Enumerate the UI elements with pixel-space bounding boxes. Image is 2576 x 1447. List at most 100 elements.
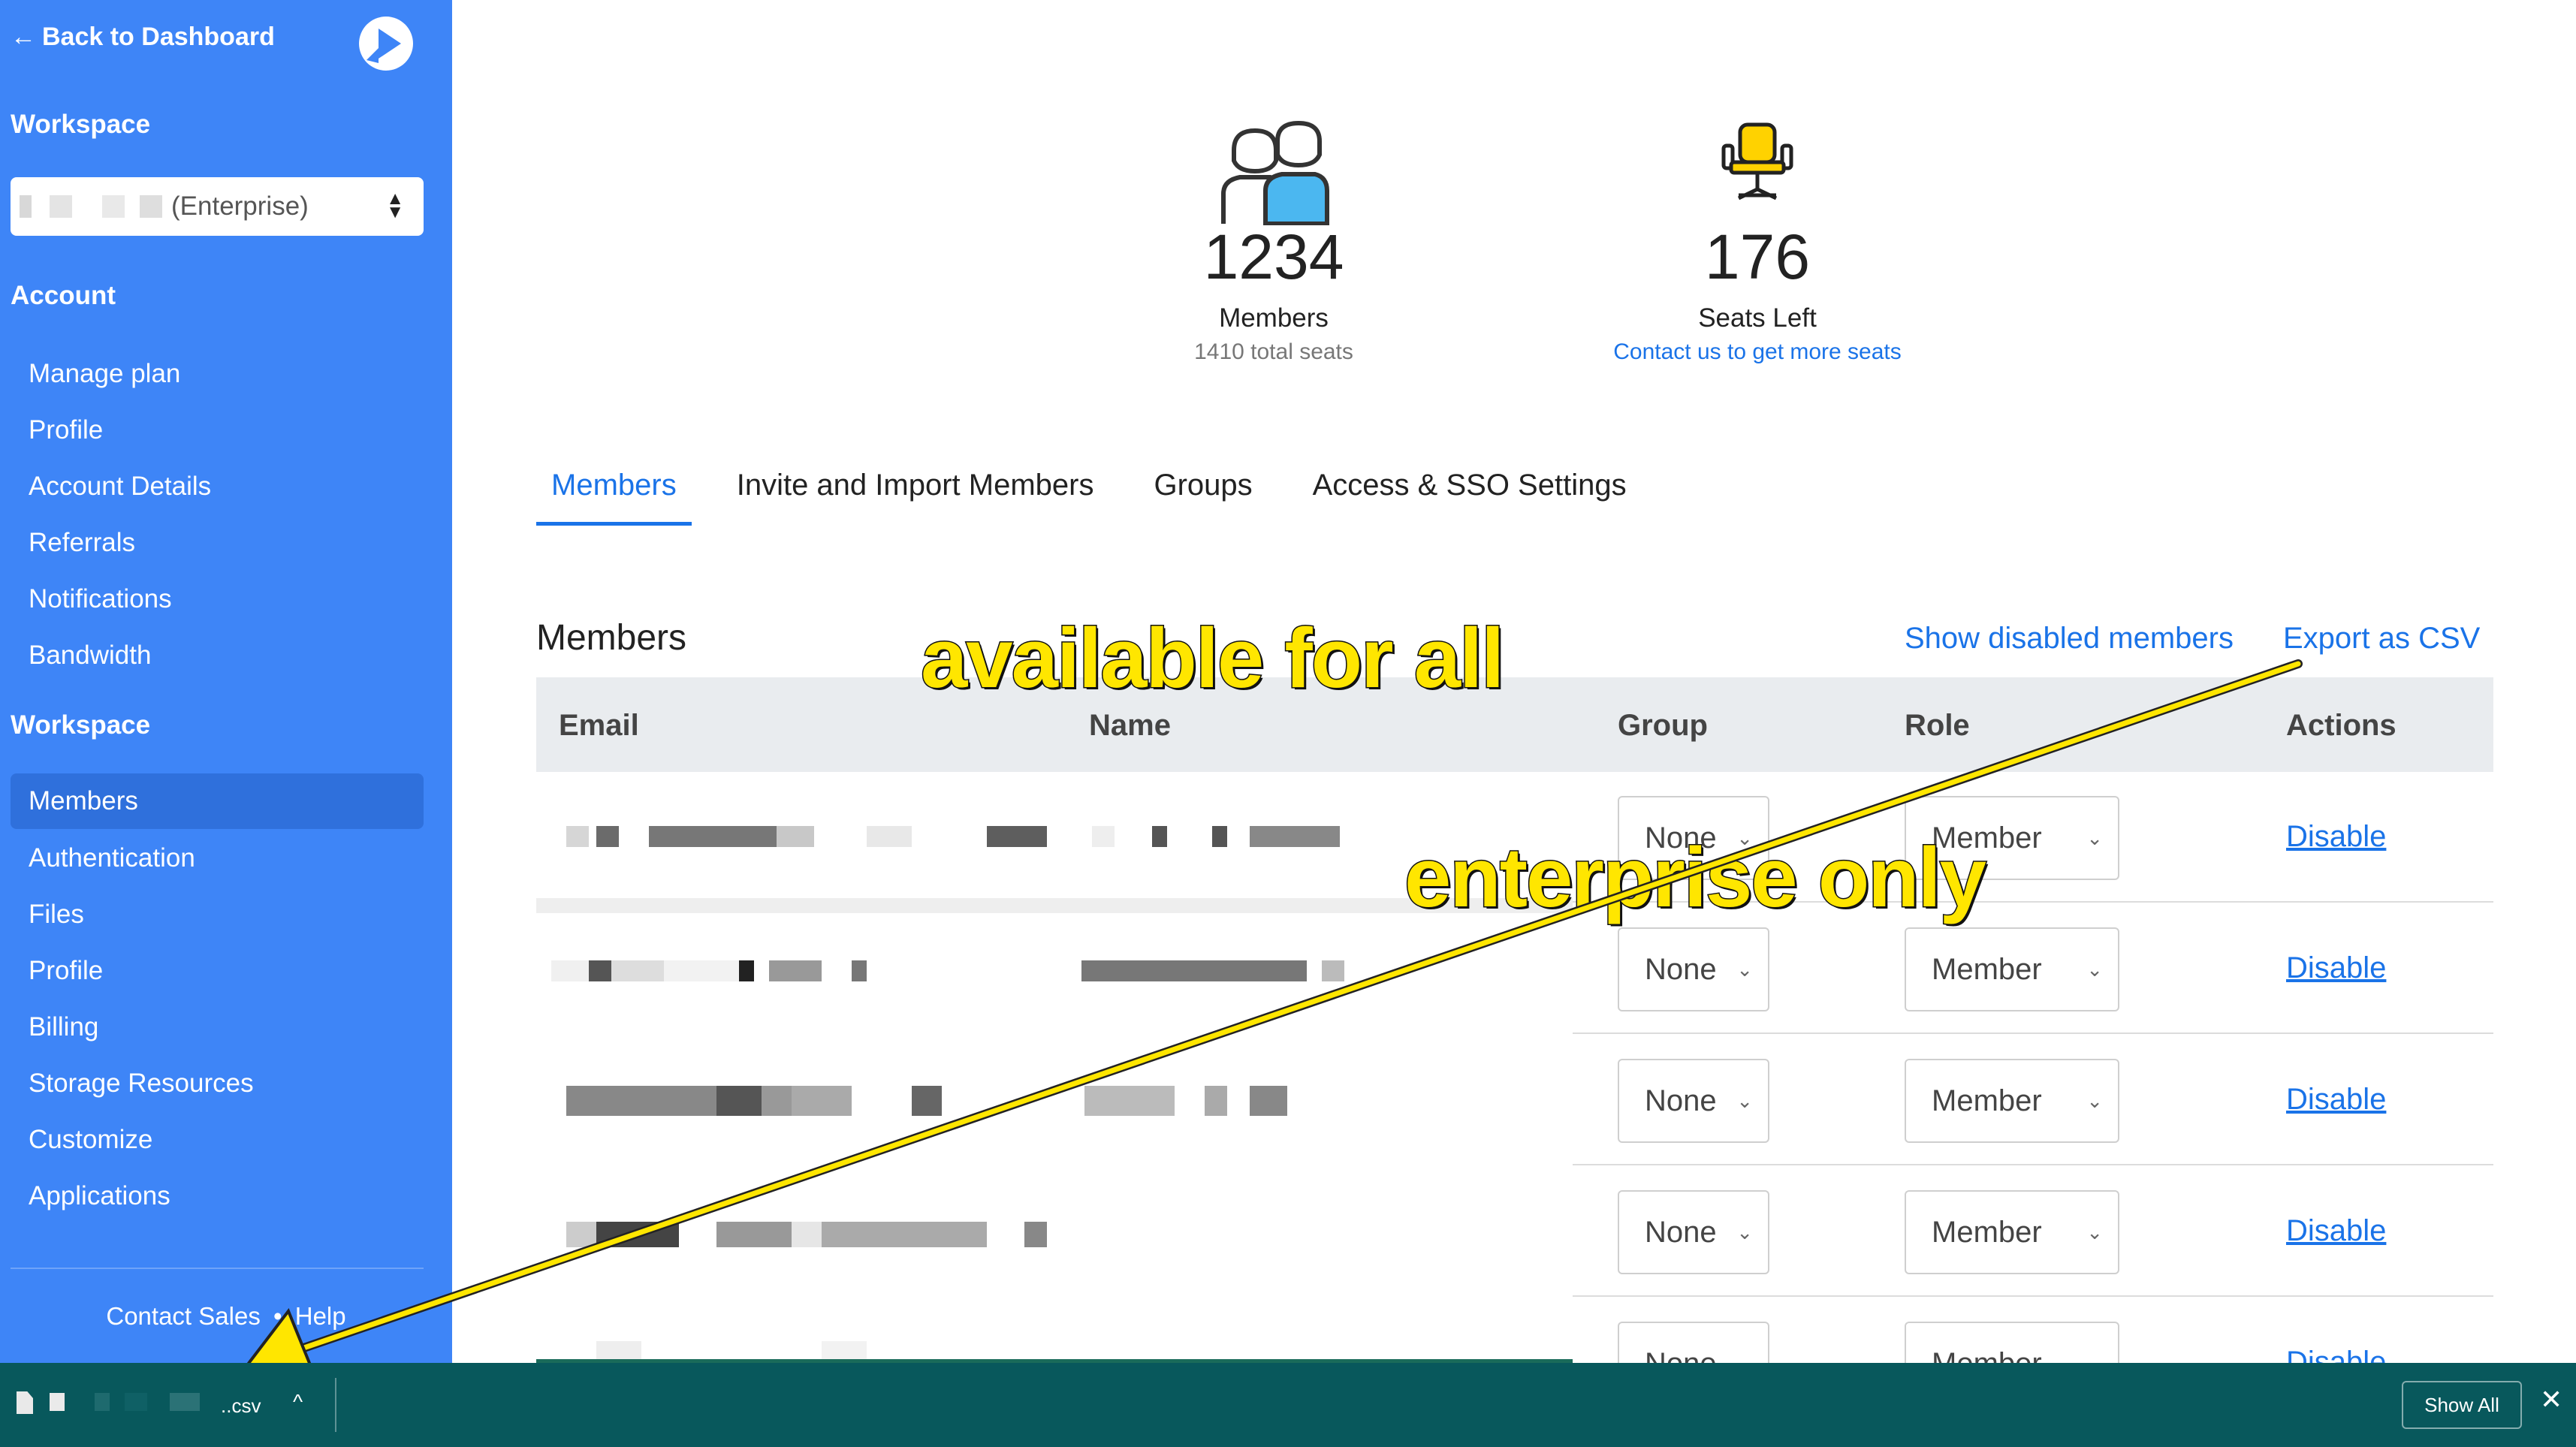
group-select[interactable]: None⌄ — [1618, 1059, 1769, 1143]
annotation-enterprise-only: enterprise only — [1404, 830, 1988, 926]
row-divider — [1573, 1164, 2493, 1165]
sidebar-item-bandwidth[interactable]: Bandwidth — [29, 641, 151, 671]
sidebar-item-applications[interactable]: Applications — [29, 1181, 170, 1211]
row-divider — [1573, 1295, 2493, 1297]
download-separator — [335, 1378, 336, 1432]
email-redacted — [566, 1222, 1047, 1247]
role-select[interactable]: Member⌄ — [1905, 1322, 2119, 1363]
seats-left-count: 176 — [1704, 222, 1811, 292]
disable-link[interactable]: Disable — [2286, 1346, 2386, 1363]
table-row: None⌄ Member⌄ Disable — [536, 1036, 2493, 1168]
disable-link[interactable]: Disable — [2286, 1214, 2386, 1248]
disable-link[interactable]: Disable — [2286, 1083, 2386, 1117]
sidebar: ← Back to Dashboard Workspace (Enterpris… — [0, 0, 452, 1363]
chevron-down-icon: ⌄ — [1736, 958, 1753, 981]
logo-icon — [359, 17, 413, 71]
sidebar-item-manage-plan[interactable]: Manage plan — [29, 359, 180, 389]
chevron-up-icon[interactable]: ^ — [293, 1390, 303, 1414]
chevron-down-icon: ⌄ — [2086, 1221, 2103, 1244]
table-header: Email Name Group Role Actions — [536, 677, 2493, 772]
back-to-dashboard-link[interactable]: ← Back to Dashboard — [11, 23, 275, 52]
group-select[interactable]: None⌄ — [1618, 927, 1769, 1011]
chevron-down-icon: ⌄ — [1736, 1221, 1753, 1244]
tab-access-sso[interactable]: Access & SSO Settings — [1298, 469, 1642, 526]
sidebar-item-notifications[interactable]: Notifications — [29, 584, 172, 614]
tab-invite-import[interactable]: Invite and Import Members — [722, 469, 1109, 526]
sidebar-item-ws-profile[interactable]: Profile — [29, 956, 103, 986]
chevron-down-icon: ⌄ — [2086, 1090, 2103, 1112]
column-actions: Actions — [2286, 709, 2397, 742]
workspace-select[interactable]: (Enterprise) ▲ ▼ — [11, 177, 424, 236]
chevron-down-icon: ⌄ — [2086, 958, 2103, 981]
sidebar-item-files[interactable]: Files — [29, 900, 84, 930]
download-bar: ..csv ^ Show All ✕ — [0, 1363, 2576, 1447]
seats-stat: 176 Seats Left Contact us to get more se… — [1577, 120, 1938, 365]
members-label: Members — [1219, 303, 1329, 333]
sidebar-item-referrals[interactable]: Referrals — [29, 528, 135, 558]
tab-bar: Members Invite and Import Members Groups… — [536, 469, 1672, 526]
chair-icon — [1721, 122, 1793, 200]
export-csv-link[interactable]: Export as CSV — [2283, 622, 2480, 656]
row-divider — [1573, 1032, 2493, 1034]
total-seats-text: 1410 total seats — [1194, 339, 1353, 364]
workspace-heading: Workspace — [11, 110, 151, 139]
file-name-redacted — [50, 1393, 207, 1411]
column-name: Name — [1089, 709, 1171, 742]
arrow-left-icon: ← — [11, 23, 36, 51]
table-row: None⌄ Member⌄ Disable — [536, 1299, 2493, 1363]
members-section-title: Members — [536, 618, 687, 658]
members-count: 1234 — [1203, 222, 1344, 292]
role-select[interactable]: Member⌄ — [1905, 1059, 2119, 1143]
back-label: Back to Dashboard — [42, 23, 275, 51]
workspace-section-heading: Workspace — [11, 710, 151, 740]
help-link[interactable]: Help — [295, 1302, 346, 1330]
footer-separator: • — [273, 1302, 282, 1330]
email-redacted — [551, 960, 1009, 981]
group-select[interactable]: None⌄ — [1618, 1322, 1769, 1363]
account-heading: Account — [11, 281, 116, 310]
sidebar-item-account-details[interactable]: Account Details — [29, 472, 211, 502]
download-file-name[interactable]: ..csv — [221, 1394, 261, 1418]
show-all-button[interactable]: Show All — [2402, 1381, 2522, 1429]
sidebar-divider — [11, 1268, 424, 1269]
name-redacted — [1092, 826, 1340, 847]
sidebar-item-authentication[interactable]: Authentication — [29, 843, 195, 873]
contact-more-seats-link[interactable]: Contact us to get more seats — [1577, 339, 1938, 365]
select-caret-icon: ▲ ▼ — [386, 188, 404, 222]
name-redacted — [1084, 1086, 1287, 1116]
tab-groups[interactable]: Groups — [1139, 469, 1267, 526]
disable-link[interactable]: Disable — [2286, 951, 2386, 985]
sidebar-item-profile[interactable]: Profile — [29, 415, 103, 445]
sidebar-footer: Contact Sales • Help — [0, 1302, 452, 1331]
members-icon — [1221, 120, 1329, 225]
close-icon[interactable]: ✕ — [2540, 1384, 2562, 1415]
members-stat: 1234 Members 1410 total seats — [1169, 120, 1379, 365]
file-icon — [17, 1391, 33, 1414]
chevron-down-icon: ⌄ — [1736, 1323, 1753, 1363]
show-disabled-members-link[interactable]: Show disabled members — [1905, 622, 2234, 656]
chevron-down-icon: ⌄ — [1736, 1090, 1753, 1112]
column-role: Role — [1905, 709, 1970, 742]
sidebar-item-customize[interactable]: Customize — [29, 1125, 152, 1155]
workspace-select-value: (Enterprise) — [171, 191, 309, 221]
email-redacted — [566, 1086, 987, 1116]
column-email: Email — [559, 709, 639, 742]
annotation-available-for-all: available for all — [919, 610, 1505, 707]
table-row: None⌄ Member⌄ Disable — [536, 1168, 2493, 1299]
seats-left-label: Seats Left — [1698, 303, 1817, 333]
role-select[interactable]: Member⌄ — [1905, 1190, 2119, 1274]
chevron-down-icon: ⌄ — [2086, 1323, 2103, 1363]
contact-sales-link[interactable]: Contact Sales — [106, 1302, 260, 1330]
sidebar-item-storage-resources[interactable]: Storage Resources — [29, 1069, 254, 1099]
column-group: Group — [1618, 709, 1708, 742]
sidebar-item-members[interactable]: Members — [11, 773, 424, 829]
email-redacted — [566, 826, 1047, 847]
role-select[interactable]: Member⌄ — [1905, 927, 2119, 1011]
workspace-name-redacted — [20, 195, 162, 218]
disable-link[interactable]: Disable — [2286, 820, 2386, 854]
chevron-down-icon: ⌄ — [2086, 827, 2103, 849]
sidebar-item-billing[interactable]: Billing — [29, 1012, 98, 1042]
tab-members[interactable]: Members — [536, 469, 692, 526]
name-redacted — [1081, 960, 1344, 981]
group-select[interactable]: None⌄ — [1618, 1190, 1769, 1274]
